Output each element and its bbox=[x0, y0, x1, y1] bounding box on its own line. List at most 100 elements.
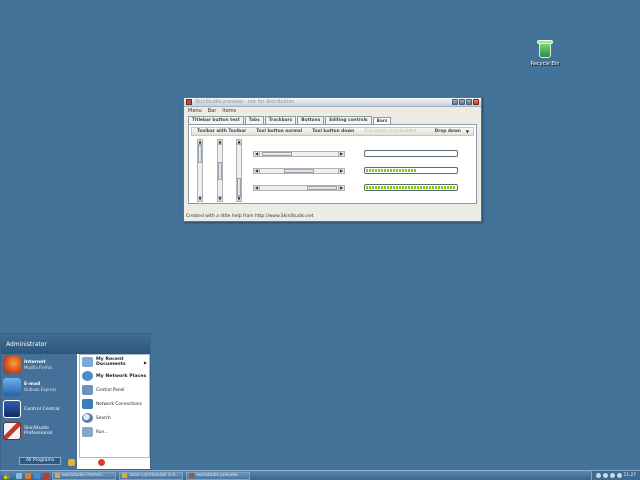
program-internet[interactable]: Internet Mozilla Firefox bbox=[1, 354, 77, 376]
taskbar-button[interactable]: SkinStudio Profess... bbox=[52, 471, 116, 480]
pinned-programs: Internet Mozilla Firefox E-mail Outlook Ex… bbox=[1, 354, 77, 471]
toolbar-label: Toolbar with Toolbar bbox=[197, 129, 247, 134]
recent-docs-icon bbox=[82, 357, 93, 367]
taskbar-button[interactable]: Total Commander 6.0... bbox=[119, 471, 183, 480]
window-title: SkinStudio preview - not for distributio… bbox=[195, 99, 295, 105]
update-tray-icon[interactable] bbox=[616, 473, 622, 478]
window-titlebar[interactable]: SkinStudio preview - not for distributio… bbox=[184, 98, 481, 107]
folder-icon bbox=[122, 473, 127, 478]
volume-tray-icon[interactable] bbox=[602, 473, 608, 478]
firefox-quicklaunch-icon[interactable] bbox=[25, 472, 31, 479]
scrollbar-thumb[interactable] bbox=[307, 186, 337, 190]
vertical-scrollbar[interactable]: ▲ ▼ bbox=[217, 139, 223, 202]
tab-buttons[interactable]: Buttons bbox=[297, 116, 325, 124]
task-label: SkinStudio preview... bbox=[196, 473, 241, 478]
quick-launch bbox=[16, 472, 49, 479]
menu-item[interactable]: Bar bbox=[208, 108, 217, 114]
scroll-down-icon[interactable]: ▼ bbox=[218, 196, 222, 201]
skinstudio-quicklaunch-icon[interactable] bbox=[43, 472, 49, 479]
progress-bar bbox=[364, 184, 458, 191]
scroll-left-icon[interactable]: ◀ bbox=[254, 186, 260, 190]
progress-fill bbox=[366, 186, 456, 189]
scroll-down-icon[interactable]: ▼ bbox=[198, 196, 202, 201]
minimize-button[interactable] bbox=[459, 99, 465, 105]
clock[interactable]: 11:27 bbox=[624, 473, 636, 478]
scrollbar-thumb[interactable] bbox=[237, 178, 241, 196]
place-control-panel[interactable]: Control Panel bbox=[80, 383, 149, 397]
close-button[interactable] bbox=[473, 99, 479, 105]
turn-off-button[interactable]: Turn Off Computer bbox=[98, 459, 147, 466]
tab-tabs[interactable]: Tabs bbox=[244, 116, 264, 124]
scroll-right-icon[interactable]: ▶ bbox=[338, 169, 344, 173]
vertical-scrollbar[interactable]: ▲ ▼ bbox=[197, 139, 203, 202]
scrollbar-thumb[interactable] bbox=[262, 152, 292, 156]
scrollbar-thumb[interactable] bbox=[198, 145, 202, 163]
scroll-up-icon[interactable]: ▲ bbox=[218, 140, 222, 145]
scroll-up-icon[interactable]: ▲ bbox=[237, 140, 241, 145]
security-tray-icon[interactable] bbox=[609, 473, 615, 478]
scroll-down-icon[interactable]: ▼ bbox=[237, 196, 241, 201]
place-my-network-places[interactable]: My Network Places bbox=[80, 369, 149, 383]
program-skinstudio[interactable]: SkinStudio Professional bbox=[1, 420, 77, 442]
network-tray-icon[interactable] bbox=[595, 473, 601, 478]
tool-button-down[interactable]: Tool button down bbox=[307, 129, 359, 134]
mail-quicklaunch-icon[interactable] bbox=[34, 472, 40, 479]
place-label: My Network Places bbox=[96, 373, 147, 379]
start-menu-user: Administrator bbox=[1, 334, 150, 354]
place-label: Control Panel bbox=[96, 387, 125, 393]
scroll-left-icon[interactable]: ◀ bbox=[254, 152, 260, 156]
taskbar-button[interactable]: SkinStudio preview... bbox=[186, 471, 250, 480]
system-tray: 11:27 bbox=[590, 471, 640, 480]
run-icon bbox=[82, 427, 93, 437]
start-button[interactable] bbox=[0, 471, 14, 480]
vertical-scrollbar[interactable]: ▲ ▼ bbox=[236, 139, 242, 202]
place-my-recent-documents[interactable]: My Recent Documents ▶ bbox=[80, 355, 149, 369]
horizontal-scrollbar[interactable]: ◀ ▶ bbox=[253, 168, 345, 174]
place-search[interactable]: Search bbox=[80, 411, 149, 425]
help-button[interactable] bbox=[452, 99, 458, 105]
scroll-right-icon[interactable]: ▶ bbox=[338, 152, 344, 156]
menu-item[interactable]: Items bbox=[222, 108, 236, 114]
tab-strip: Titlebar button test Tabs Trackbars Butt… bbox=[184, 115, 481, 125]
tool-button-normal[interactable]: Tool button normal bbox=[251, 129, 307, 134]
task-label: SkinStudio Profess... bbox=[62, 473, 106, 478]
tab-titlebar-button-test[interactable]: Titlebar button test bbox=[188, 116, 244, 124]
key-icon bbox=[68, 459, 75, 466]
bars-panel: Toolbar with Toolbar Tool button normal … bbox=[188, 124, 477, 204]
control-central-icon bbox=[3, 400, 21, 418]
recycle-bin-desktop-icon[interactable]: Recycle Bin bbox=[530, 40, 560, 67]
dropdown-button[interactable]: Drop down bbox=[430, 129, 466, 134]
all-programs-button[interactable]: All Programs bbox=[19, 457, 61, 465]
turn-off-label: Turn Off Computer bbox=[107, 460, 147, 465]
skinstudio-icon bbox=[3, 422, 21, 440]
program-email[interactable]: E-mail Outlook Express bbox=[1, 376, 77, 398]
scroll-left-icon[interactable]: ◀ bbox=[254, 169, 260, 173]
show-desktop-icon[interactable] bbox=[16, 472, 22, 479]
scroll-right-icon[interactable]: ▶ bbox=[338, 186, 344, 190]
program-title: SkinStudio Professional bbox=[24, 426, 53, 436]
app-icon[interactable] bbox=[186, 99, 192, 105]
network-connections-icon bbox=[82, 399, 93, 409]
start-menu: Administrator Internet Mozilla Firefox E-… bbox=[0, 333, 151, 471]
log-off-button[interactable]: Log Off bbox=[68, 459, 92, 466]
submenu-arrow-icon: ▶ bbox=[143, 359, 147, 365]
place-label: My Recent Documents bbox=[96, 357, 126, 367]
toolbar: Toolbar with Toolbar Tool button normal … bbox=[191, 127, 474, 136]
tool-button-disabled: Tool button hot/disabled bbox=[364, 129, 417, 134]
maximize-button[interactable] bbox=[466, 99, 472, 105]
menu-item[interactable]: Menu bbox=[188, 108, 202, 114]
program-control-central[interactable]: Control Central bbox=[1, 398, 77, 420]
horizontal-scrollbar[interactable]: ◀ ▶ bbox=[253, 185, 345, 191]
chevron-down-icon[interactable]: ▼ bbox=[466, 129, 469, 134]
search-icon bbox=[82, 413, 93, 423]
window-icon bbox=[189, 473, 194, 478]
scrollbar-thumb[interactable] bbox=[218, 162, 222, 180]
scrollbar-thumb[interactable] bbox=[284, 169, 314, 173]
tab-trackbars[interactable]: Trackbars bbox=[264, 116, 297, 124]
skinstudio-preview-window: SkinStudio preview - not for distributio… bbox=[183, 97, 482, 222]
place-run[interactable]: Run... bbox=[80, 425, 149, 439]
place-network-connections[interactable]: Network Connections bbox=[80, 397, 149, 411]
place-label: Network Connections bbox=[96, 401, 142, 407]
tab-editing-controls[interactable]: Editing controls bbox=[325, 116, 372, 124]
horizontal-scrollbar[interactable]: ◀ ▶ bbox=[253, 151, 345, 157]
